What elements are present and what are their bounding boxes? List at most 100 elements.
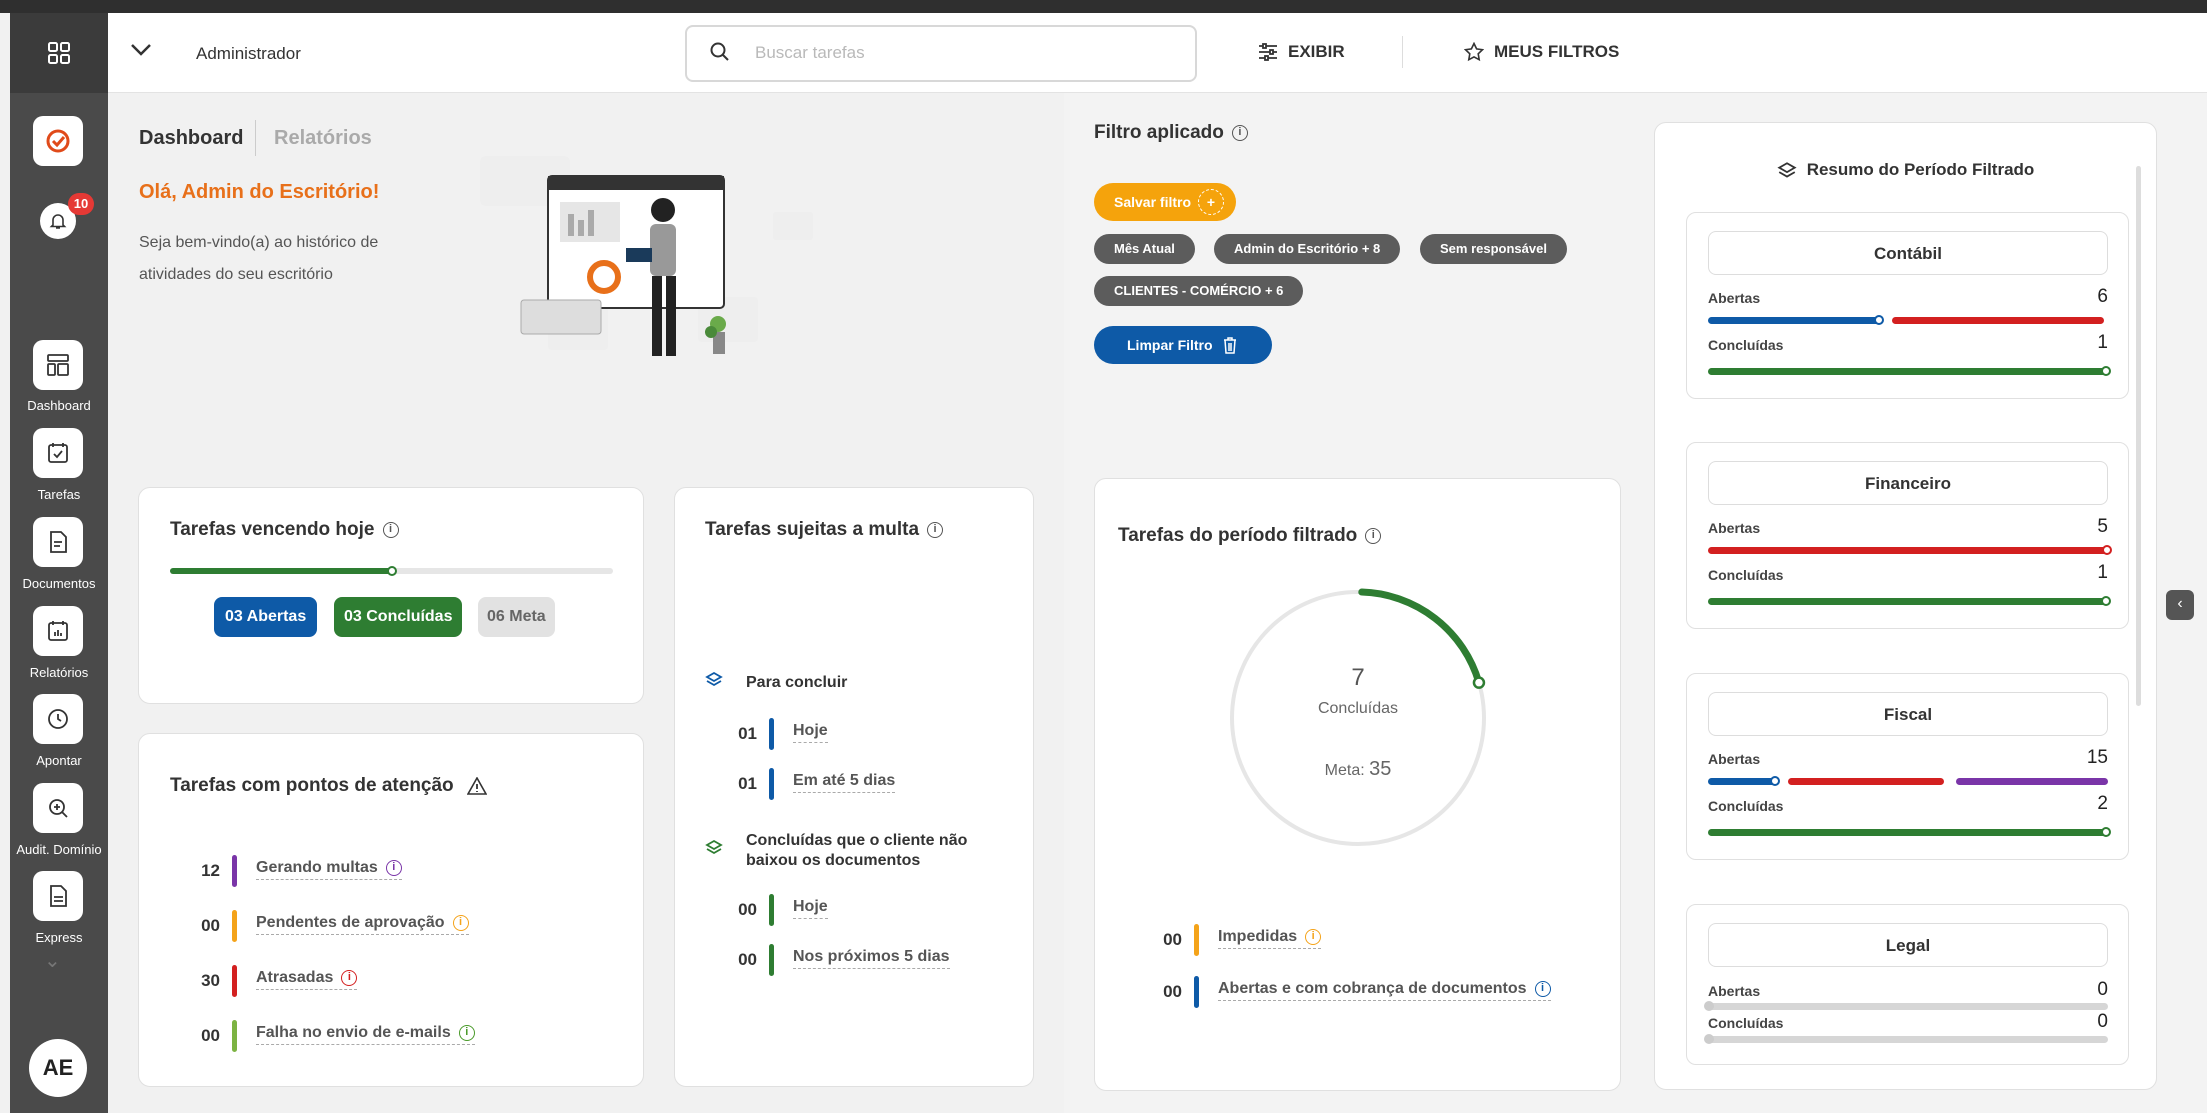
abertas-bar-segment <box>1708 1003 2108 1010</box>
resumo-title: Resumo do Período Filtrado <box>1654 160 2157 181</box>
row-label[interactable]: Gerando multas i <box>256 859 402 880</box>
row-label-text: Atrasadas <box>256 969 334 986</box>
concluidas-bar-handle <box>2101 827 2111 837</box>
meta-value: 35 <box>1369 758 1392 780</box>
filter-chip-admin[interactable]: Admin do Escritório + 8 <box>1214 234 1401 264</box>
periodo-meta: Meta: 35 <box>1226 758 1490 781</box>
concluidas-bar <box>1708 1036 2108 1043</box>
row-label[interactable]: Hoje <box>793 722 828 743</box>
concluidas-bar <box>1708 368 2108 375</box>
bell-icon <box>49 214 67 229</box>
sidebar-item-dashboard[interactable] <box>33 340 83 390</box>
salvar-filtro-button[interactable]: Salvar filtro + <box>1094 183 1236 221</box>
resumo-card-fiscal: Fiscal Abertas 15 Concluídas 2 <box>1686 673 2129 860</box>
meta-badge: 06 Meta <box>478 597 555 637</box>
info-icon[interactable]: i <box>1534 980 1551 997</box>
abertas-bar-segment <box>1708 778 1776 785</box>
periodo-value-label: Concluídas <box>1317 700 1399 717</box>
row-label[interactable]: Abertas e com cobrança de documentos i <box>1218 980 1551 1001</box>
user-role-select[interactable]: Administrador <box>196 44 301 64</box>
app-logo-button[interactable] <box>33 116 83 166</box>
limpar-filtro-button[interactable]: Limpar Filtro <box>1094 326 1272 364</box>
search-icon <box>710 42 729 61</box>
sidebar-item-tarefas[interactable] <box>33 428 83 478</box>
dashboard-icon <box>47 354 69 376</box>
concluidas-label: Concluídas <box>1708 798 1784 814</box>
resumo-card-financeiro: Financeiro Abertas 5 Concluídas 1 <box>1686 442 2129 629</box>
info-icon[interactable]: i <box>1365 527 1382 544</box>
periodo-gauge <box>1230 588 1486 846</box>
search-box[interactable] <box>685 25 1197 82</box>
search-input[interactable] <box>755 39 1155 67</box>
check-logo-icon <box>46 129 70 153</box>
resumo-card-name: Financeiro <box>1708 461 2108 505</box>
warning-icon <box>466 776 488 795</box>
info-icon[interactable]: i <box>1305 928 1322 945</box>
sidebar-item-relatorios[interactable] <box>33 606 83 656</box>
info-icon[interactable]: i <box>452 914 469 931</box>
express-doc-icon <box>50 885 67 907</box>
exibir-button[interactable]: EXIBIR <box>1258 42 1345 62</box>
star-icon <box>1464 42 1484 62</box>
filter-chip-sem-responsavel[interactable]: Sem responsável <box>1420 234 1567 264</box>
row-count: 00 <box>738 900 757 919</box>
row-color-bar <box>232 965 237 997</box>
apps-grid-button[interactable] <box>10 13 108 93</box>
info-icon[interactable]: i <box>382 521 399 538</box>
atencao-title: Tarefas com pontos de atenção <box>170 775 488 797</box>
row-label[interactable]: Atrasadas i <box>256 969 358 990</box>
row-label[interactable]: Falha no envio de e-mails i <box>256 1024 475 1045</box>
concluidas-label: Concluídas <box>1708 337 1784 353</box>
abertas-bar-handle <box>1874 315 1884 325</box>
filtro-title: Filtro aplicado i <box>1094 122 1248 144</box>
row-label[interactable]: Nos próximos 5 dias <box>793 948 950 969</box>
row-label[interactable]: Pendentes de aprovação i <box>256 914 469 935</box>
trash-icon <box>1224 337 1236 354</box>
row-count: 00 <box>201 916 220 935</box>
sliders-icon <box>1259 43 1277 61</box>
row-label[interactable]: Em até 5 dias <box>793 772 896 793</box>
info-icon[interactable]: i <box>341 969 358 986</box>
sidebar-item-audit-dominio[interactable] <box>33 783 83 833</box>
chevron-down-icon[interactable] <box>130 40 152 63</box>
tab-dashboard[interactable]: Dashboard <box>139 127 243 150</box>
info-icon[interactable]: i <box>1231 124 1248 141</box>
collapse-panel-button[interactable]: ‹ <box>2166 590 2194 620</box>
sidebar-label-apontar: Apontar <box>36 753 82 768</box>
welcome-line-2: atividades do seu escritório <box>139 266 333 283</box>
abertas-value: 0 <box>2097 979 2108 1000</box>
sidebar-more-icon[interactable]: ⌄ <box>44 948 61 973</box>
row-count: 00 <box>1163 982 1182 1001</box>
info-icon[interactable]: i <box>385 859 402 876</box>
row-label-text: Impedidas <box>1218 928 1298 945</box>
row-count: 00 <box>201 1026 220 1045</box>
tab-relatorios[interactable]: Relatórios <box>274 127 372 150</box>
add-icon: + <box>1198 189 1224 215</box>
row-color-bar <box>769 944 774 976</box>
filter-chip-mes-atual[interactable]: Mês Atual <box>1094 234 1195 264</box>
grid-icon <box>48 42 70 64</box>
sidebar-item-documentos[interactable] <box>33 517 83 567</box>
concluidas-value: 0 <box>2097 1011 2108 1032</box>
sidebar-item-apontar[interactable] <box>33 694 83 744</box>
row-label-text: Em até 5 dias <box>793 772 896 789</box>
row-label-text: Hoje <box>793 722 828 739</box>
filter-chip-clientes[interactable]: CLIENTES - COMÉRCIO + 6 <box>1094 276 1304 306</box>
avatar[interactable]: AE <box>29 1039 87 1097</box>
row-label[interactable]: Impedidas i <box>1218 928 1322 949</box>
meus-filtros-button[interactable]: MEUS FILTROS <box>1464 42 1619 62</box>
resumo-card-name: Contábil <box>1708 231 2108 275</box>
row-count: 00 <box>738 950 757 969</box>
concluidas-value: 2 <box>2097 793 2108 814</box>
resumo-scrollbar[interactable] <box>2136 166 2141 706</box>
info-icon[interactable]: i <box>927 521 944 538</box>
abertas-label: Abertas <box>1708 290 1761 306</box>
row-label[interactable]: Hoje <box>793 898 828 919</box>
row-label-text: Pendentes de aprovação <box>256 914 445 931</box>
sidebar-item-express[interactable] <box>33 871 83 921</box>
window-top-strip <box>0 0 2207 13</box>
abertas-badge[interactable]: 03 Abertas <box>214 597 318 637</box>
concluidas-badge[interactable]: 03 Concluídas <box>334 597 463 637</box>
abertas-bar-segment <box>1708 317 1880 324</box>
info-icon[interactable]: i <box>458 1024 475 1041</box>
